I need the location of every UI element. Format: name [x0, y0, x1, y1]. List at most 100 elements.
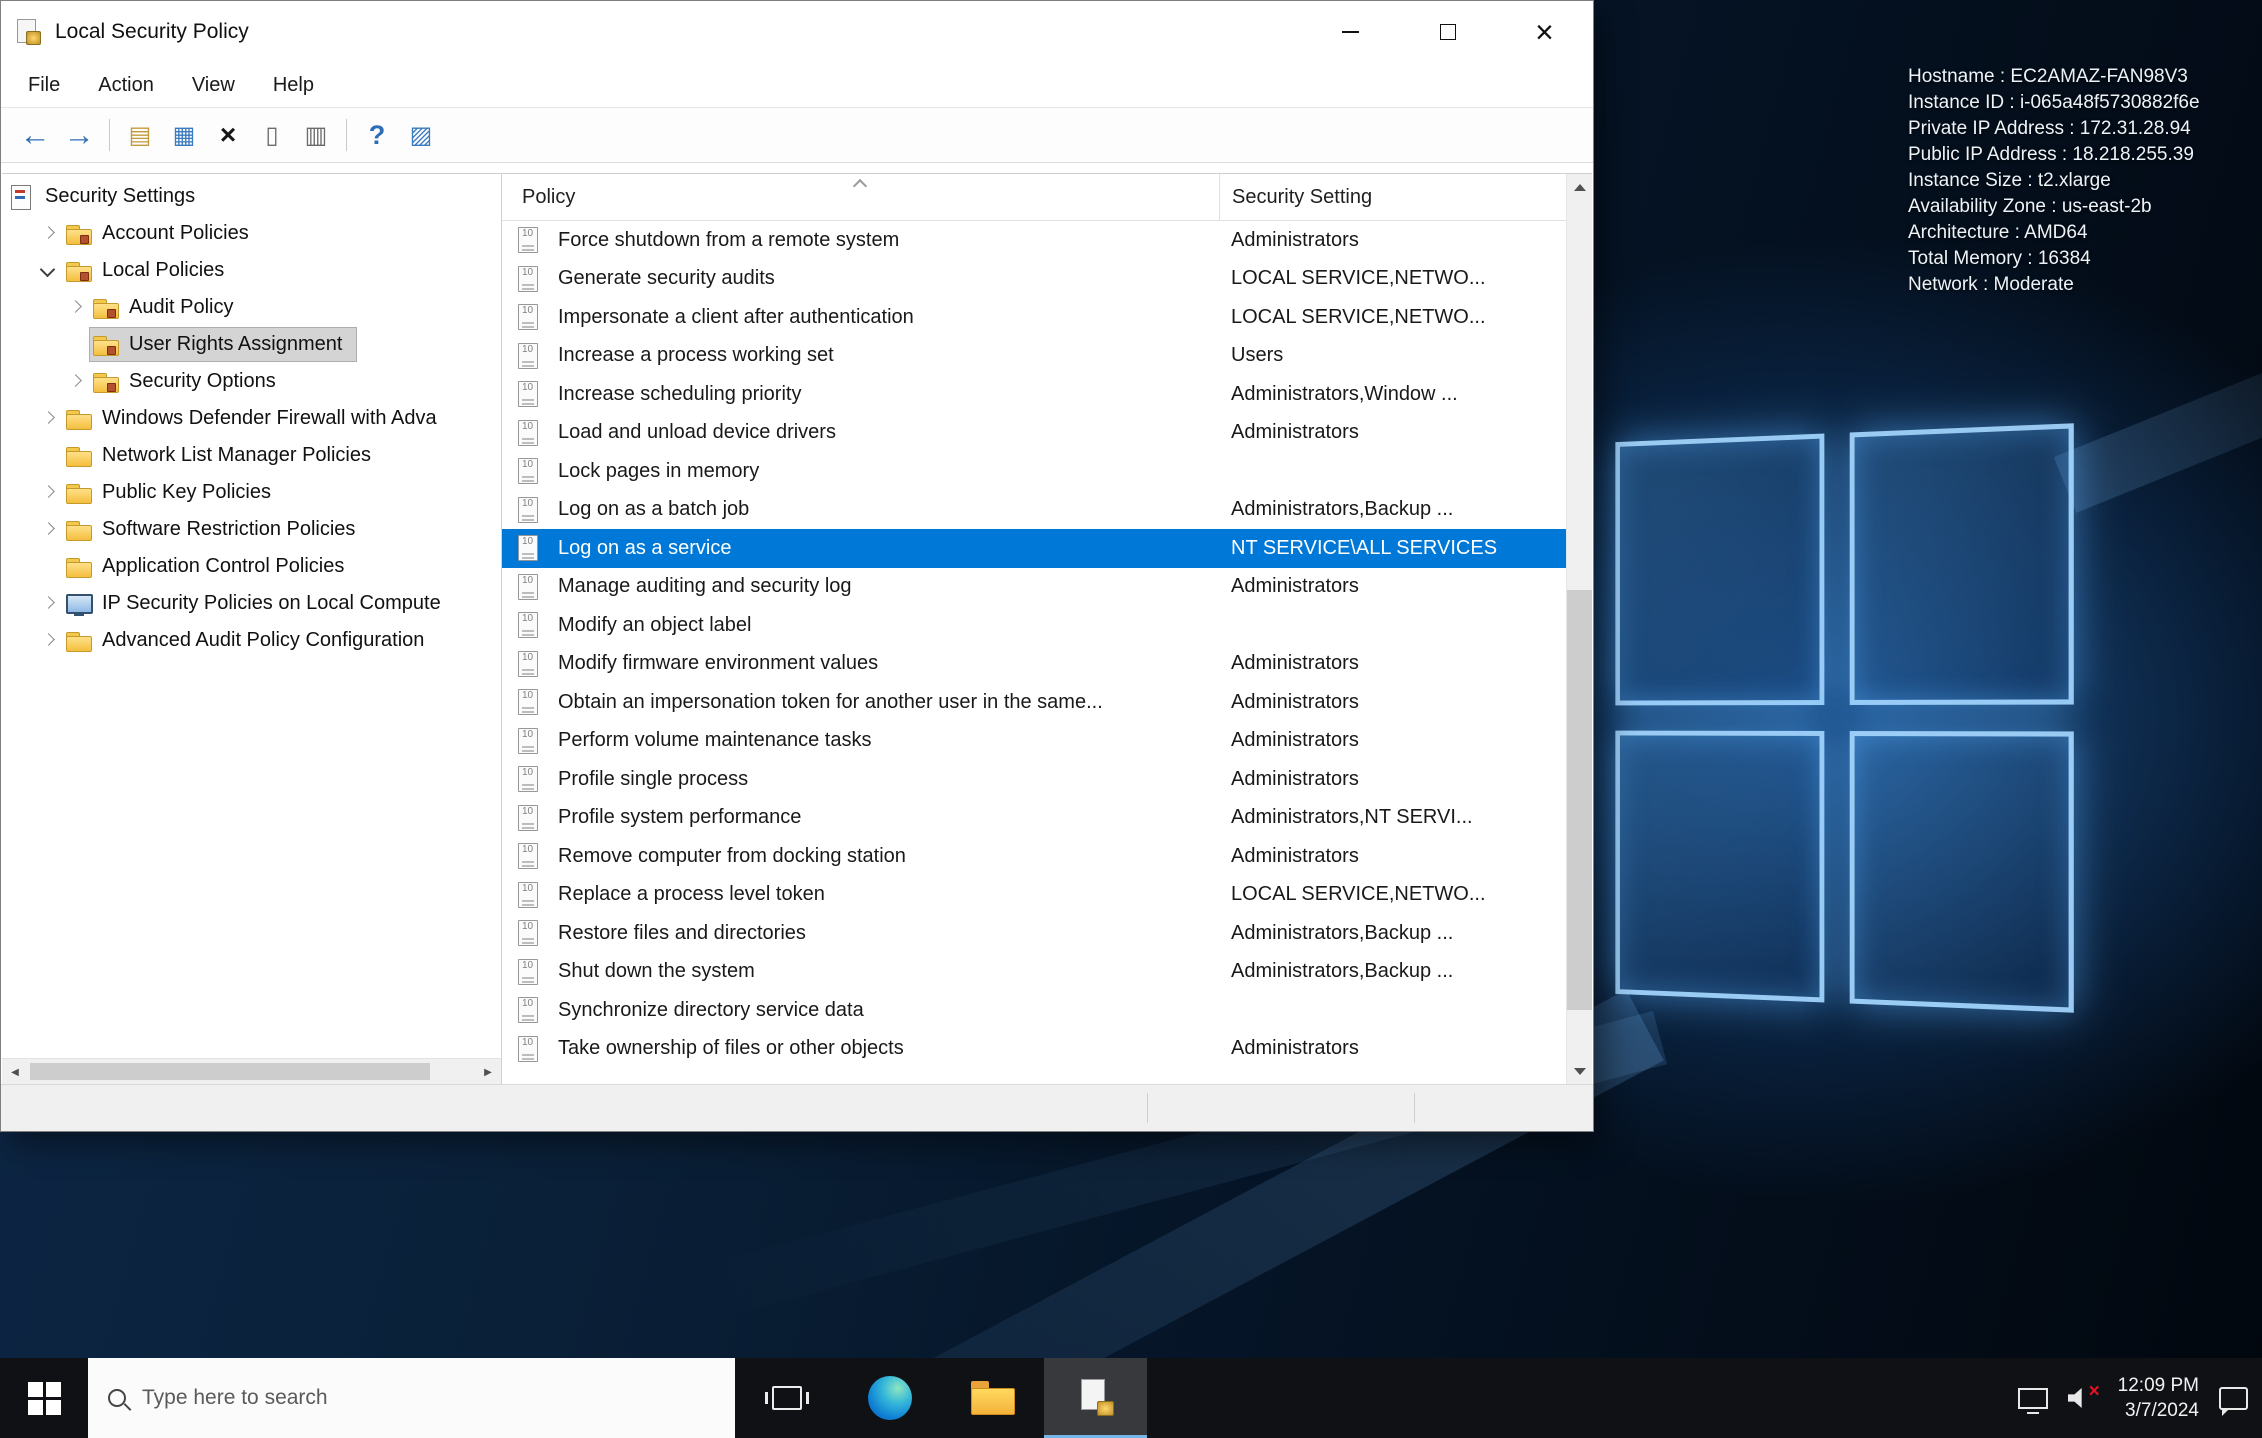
- vertical-scrollbar-thumb[interactable]: [1567, 590, 1592, 1010]
- file-explorer-button[interactable]: [941, 1358, 1044, 1438]
- tree-item-label: Account Policies: [102, 222, 249, 244]
- policy-row[interactable]: Modify firmware environment values Admin…: [502, 645, 1566, 684]
- tree-item-audit-policy[interactable]: Audit Policy: [2, 289, 501, 326]
- chevron-icon[interactable]: [60, 289, 90, 326]
- volume-muted-icon[interactable]: ×: [2067, 1382, 2100, 1411]
- policy-name: Increase scheduling priority: [558, 382, 802, 405]
- scroll-left-arrow[interactable]: ◀: [2, 1059, 28, 1084]
- forward-icon[interactable]: →: [57, 114, 101, 156]
- menu-item-action[interactable]: Action: [79, 74, 173, 97]
- policy-row[interactable]: Increase scheduling priority Administrat…: [502, 375, 1566, 414]
- console-body: Security Settings Account Policies Local…: [2, 173, 1592, 1084]
- policy-row[interactable]: Increase a process working set Users: [502, 337, 1566, 376]
- tree-item-windows-defender-firewall-with-adva[interactable]: Windows Defender Firewall with Adva: [2, 400, 501, 437]
- tree-item-network-list-manager-policies[interactable]: Network List Manager Policies: [2, 437, 501, 474]
- tree-item-user-rights-assignment[interactable]: User Rights Assignment: [2, 326, 501, 363]
- folder-icon: [65, 481, 93, 505]
- policy-row[interactable]: Replace a process level token LOCAL SERV…: [502, 876, 1566, 915]
- policy-name: Force shutdown from a remote system: [558, 228, 900, 251]
- chevron-icon[interactable]: [33, 215, 63, 252]
- chevron-icon[interactable]: [33, 622, 63, 659]
- edge-button[interactable]: [838, 1358, 941, 1438]
- horizontal-scrollbar-thumb[interactable]: [30, 1063, 430, 1080]
- menu-item-view[interactable]: View: [173, 74, 254, 97]
- policy-row[interactable]: Lock pages in memory: [502, 452, 1566, 491]
- policy-doc-icon: [518, 1035, 538, 1062]
- policy-row[interactable]: Manage auditing and security log Adminis…: [502, 568, 1566, 607]
- policy-row[interactable]: Log on as a service NT SERVICE\ALL SERVI…: [502, 529, 1566, 568]
- console-tree-icon[interactable]: ▦: [162, 114, 206, 156]
- title-bar[interactable]: Local Security Policy ×: [1, 1, 1593, 63]
- scroll-up-arrow[interactable]: [1567, 174, 1592, 200]
- security-setting-value: Administrators: [1231, 575, 1359, 598]
- status-bar: [1, 1084, 1593, 1131]
- chevron-icon[interactable]: [33, 511, 63, 548]
- maximize-button[interactable]: [1399, 1, 1496, 63]
- minimize-button[interactable]: [1302, 1, 1399, 63]
- sysinfo-line: Hostname : EC2AMAZ-FAN98V3: [1908, 66, 2188, 87]
- chevron-icon[interactable]: [33, 400, 63, 437]
- chevron-icon[interactable]: [60, 363, 90, 400]
- security-setting-value: Administrators: [1231, 652, 1359, 675]
- policy-row[interactable]: Shut down the system Administrators,Back…: [502, 953, 1566, 992]
- tree-item-advanced-audit-policy-configuration[interactable]: Advanced Audit Policy Configuration: [2, 622, 501, 659]
- policy-row[interactable]: Perform volume maintenance tasks Adminis…: [502, 722, 1566, 761]
- start-button[interactable]: [0, 1358, 88, 1438]
- tree-item-software-restriction-policies[interactable]: Software Restriction Policies: [2, 511, 501, 548]
- tree-horizontal-scrollbar[interactable]: ◀ ▶: [2, 1058, 501, 1084]
- scroll-right-arrow[interactable]: ▶: [475, 1059, 501, 1084]
- tree-item-label: IP Security Policies on Local Compute: [102, 592, 441, 614]
- chevron-icon[interactable]: [33, 437, 63, 474]
- policy-row[interactable]: Profile system performance Administrator…: [502, 799, 1566, 838]
- window-controls: ×: [1302, 1, 1593, 63]
- tree-item-application-control-policies[interactable]: Application Control Policies: [2, 548, 501, 585]
- action-pane-icon[interactable]: ▨: [399, 114, 443, 156]
- column-header-security-setting[interactable]: Security Setting: [1219, 174, 1566, 220]
- properties-icon[interactable]: ▯: [250, 114, 294, 156]
- chevron-icon[interactable]: [33, 585, 63, 622]
- policy-row[interactable]: Obtain an impersonation token for anothe…: [502, 683, 1566, 722]
- scroll-down-arrow[interactable]: [1567, 1058, 1592, 1084]
- security-setting-value: Administrators: [1231, 421, 1359, 444]
- chevron-icon[interactable]: [33, 252, 63, 289]
- back-icon[interactable]: ←: [13, 114, 57, 156]
- policy-row[interactable]: Generate security audits LOCAL SERVICE,N…: [502, 260, 1566, 299]
- policy-doc-icon: [518, 612, 538, 639]
- tree-item-account-policies[interactable]: Account Policies: [2, 215, 501, 252]
- menu-item-help[interactable]: Help: [254, 74, 333, 97]
- policy-row[interactable]: Load and unload device drivers Administr…: [502, 414, 1566, 453]
- tree-item-security-options[interactable]: Security Options: [2, 363, 501, 400]
- tree-item-local-policies[interactable]: Local Policies: [2, 252, 501, 289]
- menu-item-file[interactable]: File: [9, 74, 79, 97]
- tree-item-security-settings[interactable]: Security Settings: [2, 178, 501, 215]
- policy-row[interactable]: Impersonate a client after authenticatio…: [502, 298, 1566, 337]
- policy-row[interactable]: Modify an object label: [502, 606, 1566, 645]
- help-icon[interactable]: ?: [355, 114, 399, 156]
- action-center-icon[interactable]: [2219, 1386, 2248, 1416]
- chevron-icon[interactable]: [33, 548, 63, 585]
- close-button[interactable]: ×: [1496, 1, 1593, 63]
- policy-row[interactable]: Synchronize directory service data: [502, 991, 1566, 1030]
- local-security-policy-taskbar-button[interactable]: [1044, 1358, 1147, 1438]
- taskbar-clock[interactable]: 12:09 PM 3/7/2024: [2118, 1373, 2199, 1423]
- window-title: Local Security Policy: [55, 20, 249, 43]
- windows-start-icon: [27, 1381, 61, 1415]
- chevron-icon[interactable]: [33, 474, 63, 511]
- policy-row[interactable]: Force shutdown from a remote system Admi…: [502, 221, 1566, 260]
- folder-arrow-icon[interactable]: ▤: [118, 114, 162, 156]
- policy-row[interactable]: Profile single process Administrators: [502, 760, 1566, 799]
- network-icon[interactable]: [2017, 1387, 2048, 1414]
- policy-row[interactable]: Log on as a batch job Administrators,Bac…: [502, 491, 1566, 530]
- tree-item-ip-security-policies-on-local-compute[interactable]: IP Security Policies on Local Compute: [2, 585, 501, 622]
- policy-row[interactable]: Restore files and directories Administra…: [502, 914, 1566, 953]
- taskbar-search-box[interactable]: Type here to search: [88, 1358, 735, 1438]
- task-view-button[interactable]: [735, 1358, 838, 1438]
- delete-icon[interactable]: ×: [206, 114, 250, 156]
- tree-item-public-key-policies[interactable]: Public Key Policies: [2, 474, 501, 511]
- export-list-icon[interactable]: ▥: [294, 114, 338, 156]
- policy-name: Perform volume maintenance tasks: [558, 729, 872, 752]
- policy-row[interactable]: Take ownership of files or other objects…: [502, 1030, 1566, 1069]
- policy-row[interactable]: Remove computer from docking station Adm…: [502, 837, 1566, 876]
- list-vertical-scrollbar[interactable]: [1566, 174, 1592, 1084]
- chevron-icon[interactable]: [60, 326, 90, 363]
